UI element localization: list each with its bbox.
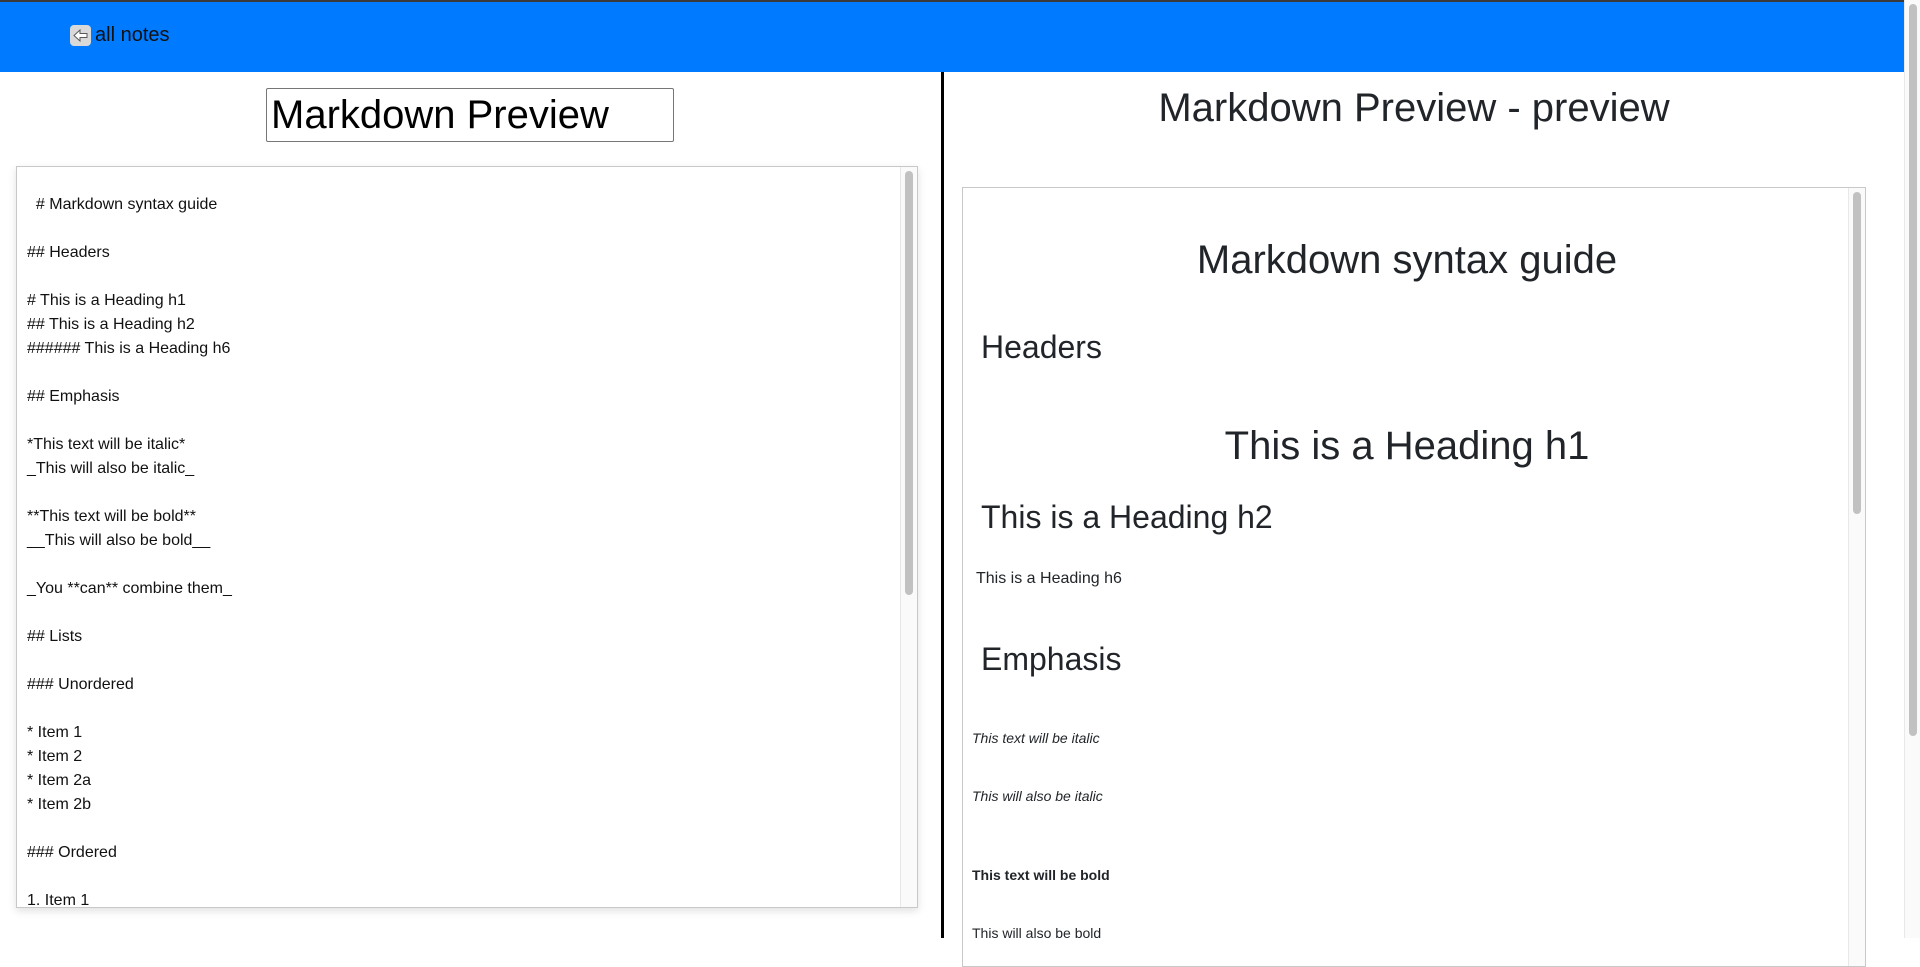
preview-heading-headers: Headers — [981, 329, 1102, 365]
editor-scrollbar-thumb[interactable] — [905, 171, 913, 595]
preview-pane: Markdown Preview - preview Markdown synt… — [944, 72, 1904, 967]
editor-pane: # Markdown syntax guide ## Headers # Thi… — [0, 72, 942, 938]
back-arrow-icon — [70, 25, 91, 46]
preview-heading-h6-example: This is a Heading h6 — [976, 570, 1122, 587]
preview-heading-guide: Markdown syntax guide — [1196, 238, 1618, 282]
preview-heading-h2-example: This is a Heading h2 — [981, 499, 1273, 535]
preview-title: Markdown Preview - preview — [1158, 86, 1670, 130]
editor-scrollbar[interactable] — [900, 167, 917, 907]
preview-scrollbar[interactable] — [1848, 188, 1865, 966]
preview-heading-h1-example: This is a Heading h1 — [1224, 424, 1590, 468]
markdown-editor[interactable]: # Markdown syntax guide ## Headers # Thi… — [16, 166, 918, 908]
preview-italic-text-2: This will also be italic — [972, 788, 1103, 804]
markdown-editor-text[interactable]: # Markdown syntax guide ## Headers # Thi… — [27, 193, 232, 907]
preview-italic-text-1: This text will be italic — [972, 730, 1100, 746]
top-nav-bar: all notes — [0, 0, 1920, 72]
preview-bold-text-1: This text will be bold — [972, 867, 1110, 883]
page-scrollbar[interactable] — [1904, 0, 1920, 938]
preview-heading-emphasis: Emphasis — [981, 641, 1122, 677]
preview-content: Markdown syntax guide Headers This is a … — [962, 187, 1866, 967]
preview-bold-text-2: This will also be bold — [972, 925, 1102, 941]
all-notes-link[interactable]: all notes — [70, 24, 170, 47]
all-notes-label: all notes — [95, 24, 170, 46]
preview-scrollbar-thumb[interactable] — [1853, 192, 1861, 514]
note-title-input[interactable] — [266, 88, 674, 142]
page-scrollbar-thumb[interactable] — [1909, 4, 1917, 736]
